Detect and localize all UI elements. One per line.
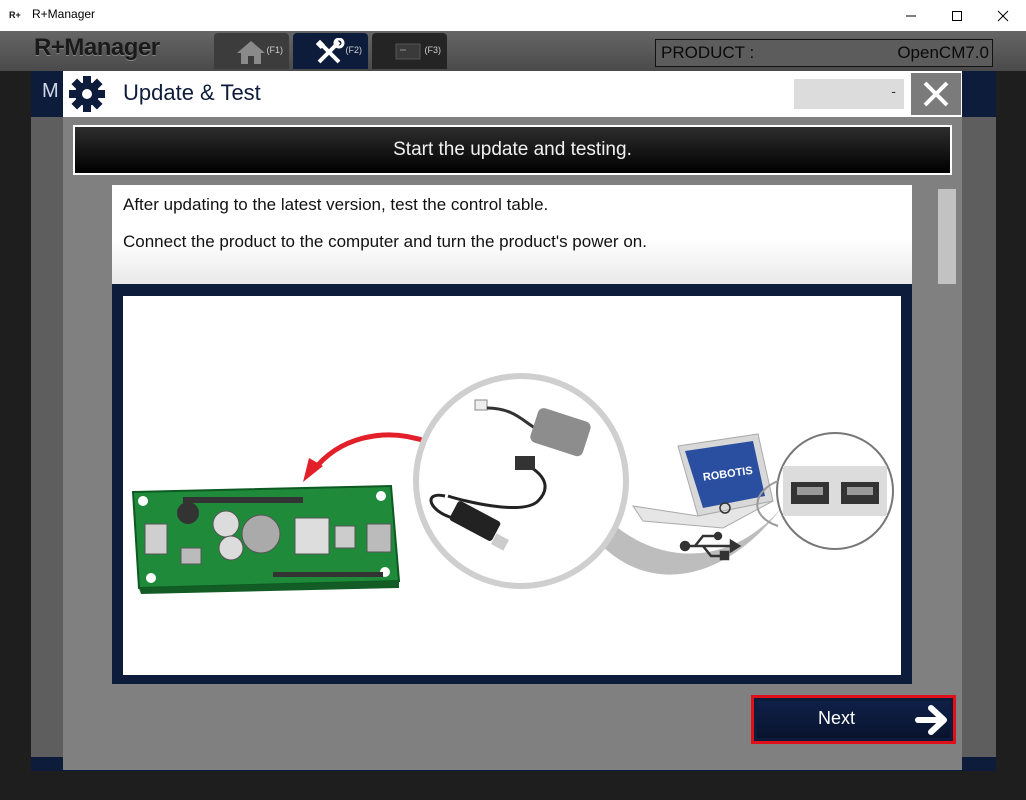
- product-indicator: PRODUCT : OpenCM7.0: [655, 39, 993, 67]
- tab-key: (F3): [424, 45, 442, 55]
- gear-icon: [69, 76, 105, 112]
- product-value: OpenCM7.0: [897, 43, 989, 62]
- maximize-icon: [952, 11, 962, 21]
- usb-cable-illustration: [413, 373, 629, 589]
- dialog-header: Update & Test -: [63, 71, 962, 117]
- home-icon: [237, 41, 265, 64]
- step-banner-text: Start the update and testing.: [393, 139, 632, 160]
- instruction-line: Connect the product to the computer and …: [123, 232, 647, 251]
- instruction-line: After updating to the latest version, te…: [123, 195, 549, 214]
- version-value: -: [891, 85, 896, 100]
- illustration-frame: ROBOTIS: [112, 284, 912, 684]
- next-button[interactable]: Next: [751, 695, 956, 744]
- app-icon: R+: [9, 10, 21, 20]
- laptop-illustration: ROBOTIS: [631, 433, 774, 529]
- maximize-button[interactable]: [934, 0, 980, 31]
- version-indicator: -: [794, 79, 904, 109]
- dialog-close-button[interactable]: [911, 73, 961, 115]
- product-label: PRODUCT :: [661, 43, 755, 62]
- next-button-label: Next: [818, 708, 856, 728]
- minimize-button[interactable]: [888, 0, 934, 31]
- usb-port-closeup: [756, 432, 894, 550]
- window-title: R+Manager: [32, 7, 96, 21]
- background-panel-title: M: [42, 80, 59, 102]
- close-icon: [923, 81, 949, 107]
- app-logo: R+Manager: [34, 34, 160, 61]
- step-banner: Start the update and testing.: [73, 125, 952, 175]
- tab-monitor[interactable]: (F3): [372, 33, 447, 69]
- tools-icon: [315, 38, 345, 64]
- opencm-board-illustration: [131, 484, 401, 594]
- dialog-title: Update & Test: [123, 80, 261, 105]
- update-test-dialog: Update & Test - Start the update and tes…: [63, 71, 962, 770]
- arrow-right-icon: [915, 705, 947, 735]
- window-close-button[interactable]: [980, 0, 1026, 31]
- tab-key: (F2): [345, 45, 363, 55]
- window-titlebar: R+ R+Manager: [0, 0, 1026, 32]
- tab-key: (F1): [266, 45, 284, 55]
- minimize-icon: [906, 15, 916, 17]
- tab-tools[interactable]: (F2): [293, 33, 368, 69]
- tab-home[interactable]: (F1): [214, 33, 289, 69]
- instructions-box: After updating to the latest version, te…: [112, 185, 956, 284]
- close-icon: [997, 10, 1009, 22]
- direction-arrow-icon: [303, 432, 429, 482]
- scrollbar-thumb[interactable]: [938, 189, 956, 284]
- monitor-icon: [395, 43, 421, 60]
- connection-illustration: ROBOTIS: [123, 296, 901, 675]
